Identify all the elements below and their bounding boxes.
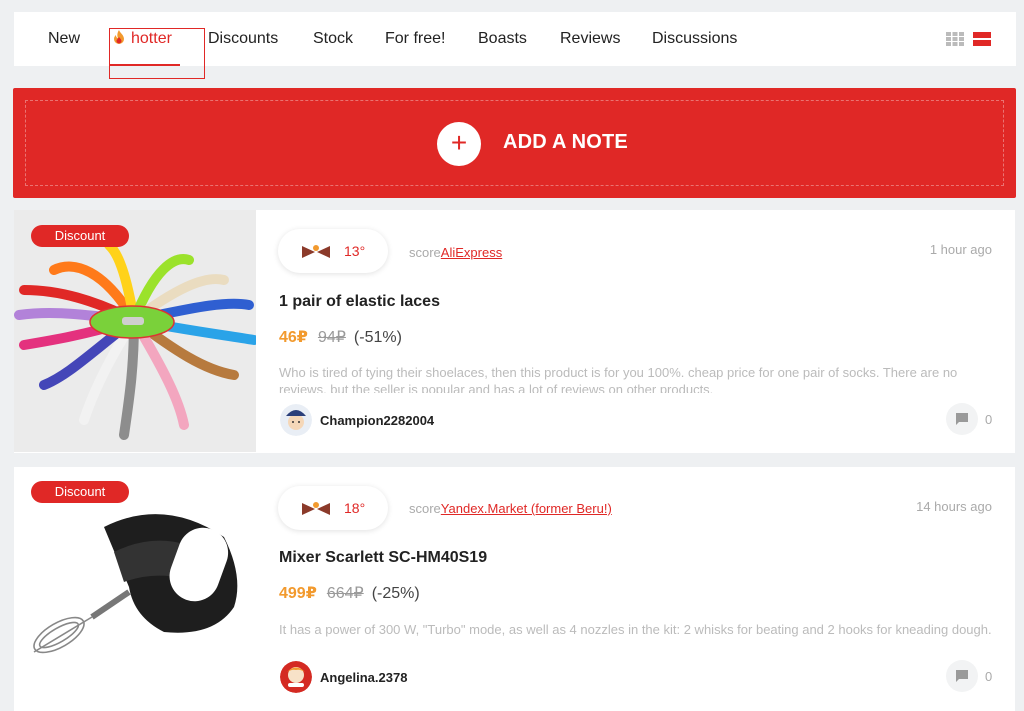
deal-description: Who is tired of tying their shoelaces, t…	[279, 365, 958, 393]
username: Champion2282004	[320, 413, 435, 428]
deal-title[interactable]: Mixer Scarlett SC-HM40S19	[279, 549, 487, 567]
score-label: score	[409, 245, 441, 260]
deal-card: Discount 18° scoreYandex.Market (former …	[14, 467, 1015, 711]
tab-boasts[interactable]: Boasts	[478, 30, 527, 48]
shop-line: scoreAliExpress	[409, 245, 502, 260]
price-new: 499₽	[279, 585, 317, 602]
top-nav: New hotter Discounts Stock For free! Boa…	[14, 12, 1016, 79]
tab-hotter[interactable]: hotter	[113, 30, 172, 48]
tab-hotter-label: hotter	[131, 30, 172, 47]
deal-image[interactable]: Discount	[14, 210, 256, 452]
temperature-value: 18°	[344, 500, 366, 516]
avatar	[280, 661, 312, 693]
plus-icon: +	[437, 122, 481, 166]
tab-discussions[interactable]: Discussions	[652, 30, 737, 48]
list-view-icon[interactable]	[973, 32, 991, 46]
deal-description: It has a power of 300 W, "Turbo" mode, a…	[279, 622, 992, 637]
price-new: 46₽	[279, 329, 308, 346]
mixer-image	[14, 467, 256, 709]
comments-count: 0	[985, 669, 993, 684]
price-old: 664₽	[326, 585, 364, 602]
comment-icon	[956, 413, 968, 425]
post-time: 1 hour ago	[929, 242, 992, 257]
comments-button[interactable]	[946, 403, 978, 435]
temperature-pill: 18°	[278, 486, 388, 530]
price-row: 46₽ 94₽ (-51%)	[279, 327, 402, 347]
comment-icon	[956, 670, 968, 682]
fire-icon	[114, 30, 124, 44]
deal-title[interactable]: 1 pair of elastic laces	[279, 293, 440, 311]
tab-discounts[interactable]: Discounts	[208, 30, 278, 48]
discount-percent: (-25%)	[371, 585, 420, 602]
username: Angelina.2378	[320, 670, 408, 685]
discount-badge[interactable]: Discount	[31, 481, 129, 503]
discount-badge[interactable]: Discount	[31, 225, 129, 247]
comments-button[interactable]	[946, 660, 978, 692]
temperature-icon	[302, 502, 330, 515]
deal-image[interactable]: Discount	[14, 467, 256, 709]
comments-count: 0	[985, 412, 993, 427]
tab-reviews[interactable]: Reviews	[560, 30, 620, 48]
post-time: 14 hours ago	[916, 499, 992, 514]
score-label: score	[409, 501, 441, 516]
shop-line: scoreYandex.Market (former Beru!)	[409, 501, 612, 516]
temperature-value: 13°	[344, 243, 366, 259]
temperature-pill: 13°	[278, 229, 388, 273]
price-row: 499₽ 664₽ (-25%)	[279, 583, 420, 603]
temperature-icon	[302, 245, 330, 258]
avatar	[280, 404, 312, 436]
tab-new[interactable]: New	[48, 30, 80, 48]
shop-link[interactable]: AliExpress	[441, 245, 502, 260]
add-note-label: ADD A NOTE	[503, 131, 628, 153]
grid-view-icon[interactable]	[946, 32, 964, 46]
add-note-button[interactable]: + ADD A NOTE	[13, 88, 1016, 198]
shop-link[interactable]: Yandex.Market (former Beru!)	[441, 501, 612, 516]
discount-percent: (-51%)	[353, 329, 402, 346]
deal-card: Discount 13° scoreAliExpress 1 hour ago …	[14, 210, 1015, 453]
price-old: 94₽	[317, 329, 346, 346]
tab-stock[interactable]: Stock	[313, 30, 353, 48]
active-tab-underline	[110, 64, 180, 66]
tab-for-free[interactable]: For free!	[385, 30, 445, 48]
